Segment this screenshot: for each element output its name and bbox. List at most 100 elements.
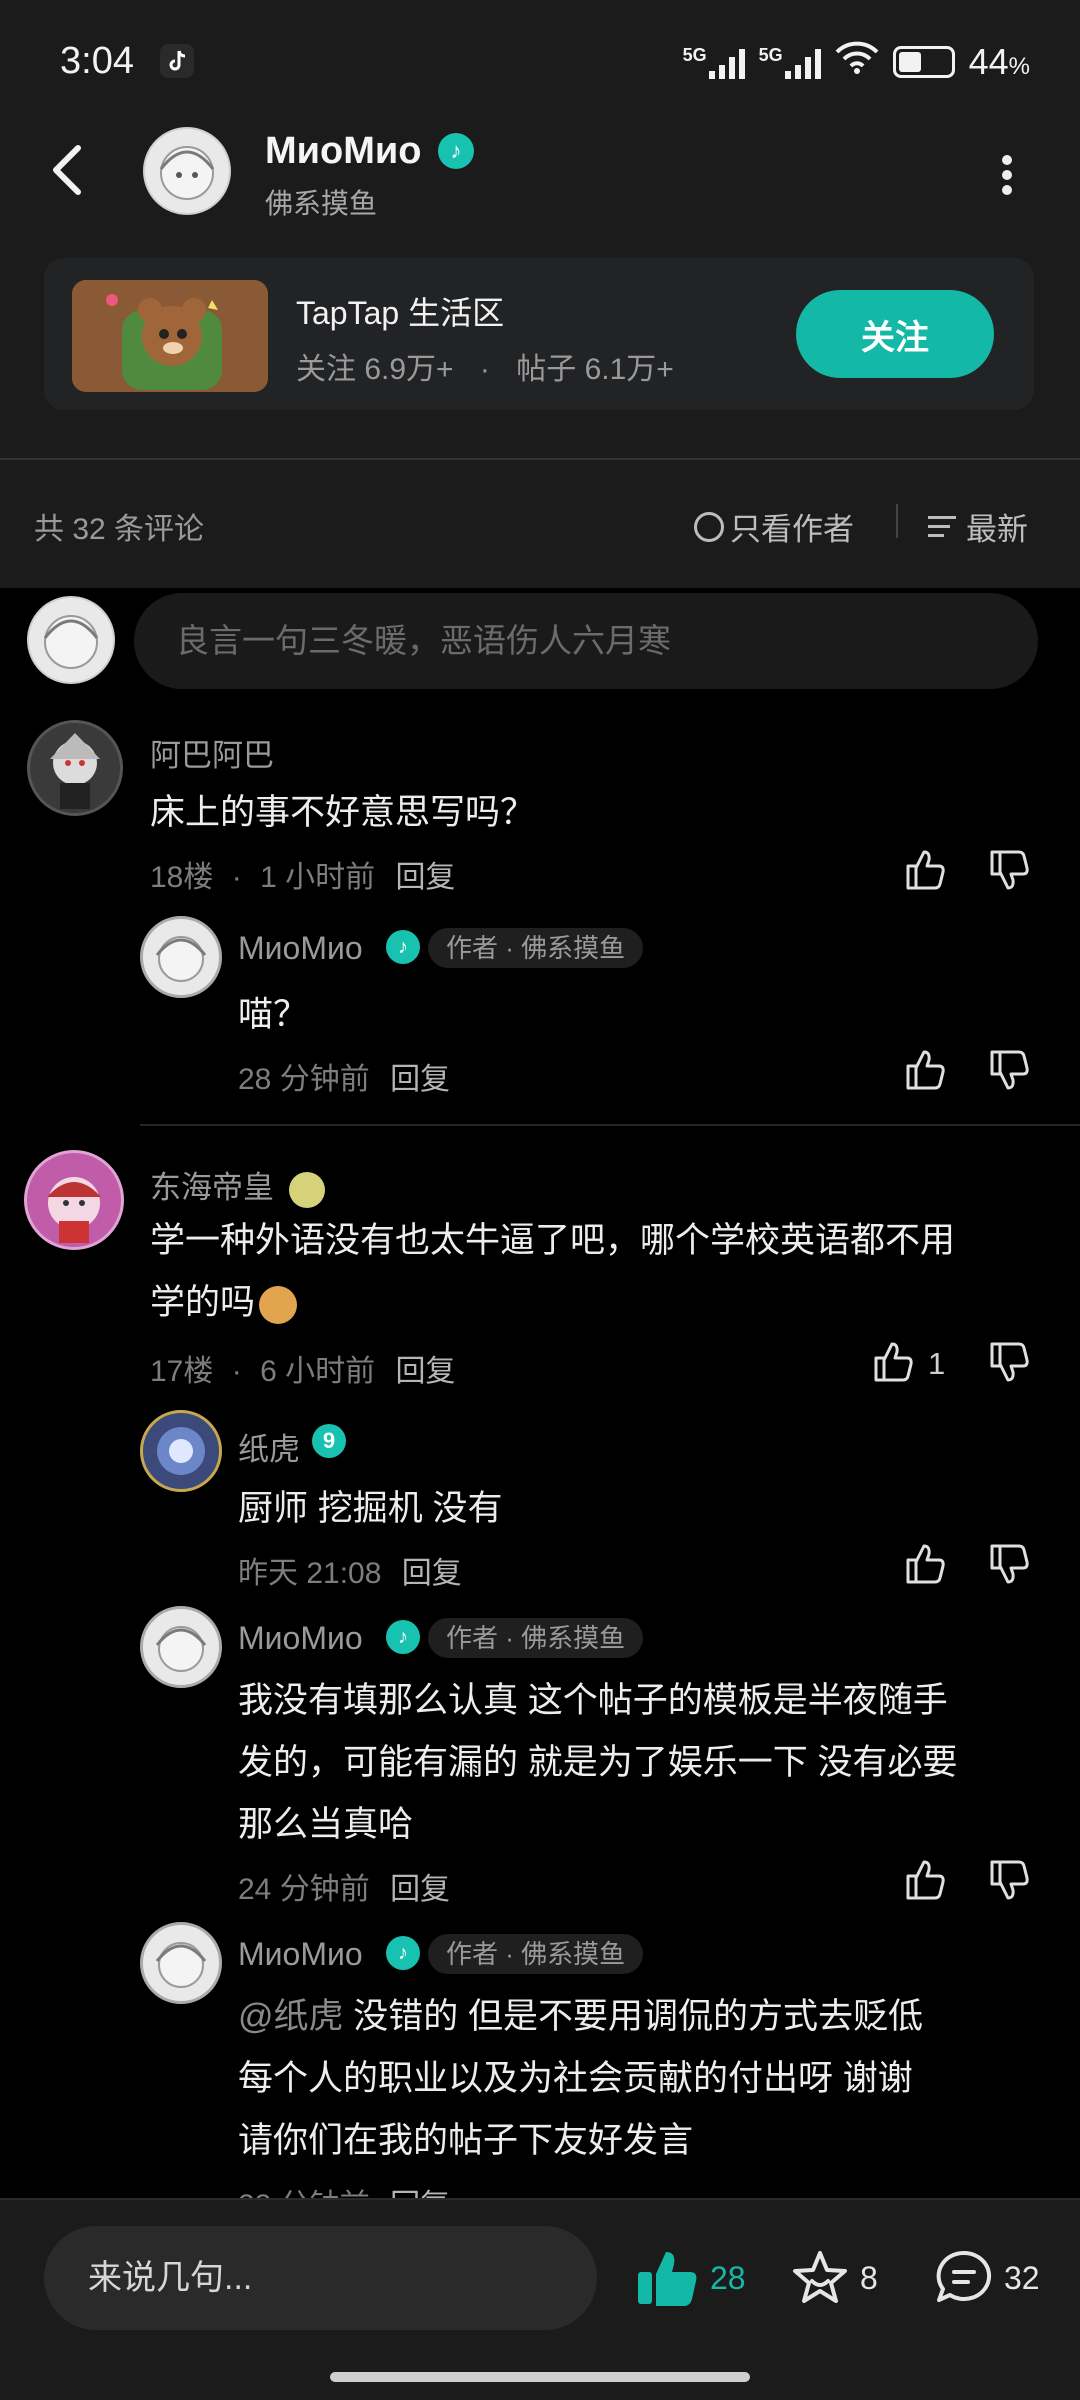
verified-music-icon: ♪ (386, 1936, 420, 1970)
bottom-action-bar: 28 8 32 (0, 2198, 1080, 2400)
thumbs-up-icon[interactable] (872, 1340, 916, 1384)
comment-count: 共 32 条评论 (34, 513, 205, 546)
back-button[interactable] (48, 140, 98, 200)
battery-level: 44% (968, 40, 1030, 82)
reply-text: @纸虎 没错的 但是不要用调侃的方式去贬低 每个人的职业以及为社会贡献的付出呀 … (238, 1986, 1058, 2172)
author-name[interactable]: МиоМио (265, 130, 421, 173)
thread-divider (140, 1124, 1080, 1126)
like-post-button[interactable]: 28 (636, 2248, 746, 2308)
thumbs-up-filled-icon (638, 2252, 697, 2306)
only-author-toggle[interactable]: 只看作者 (694, 504, 854, 549)
reply-time: 24 分钟前 (238, 1873, 370, 1906)
comment-text: 床上的事不好意思写吗？ (150, 793, 536, 832)
reply-text: 我没有填那么认真 这个帖子的模板是半夜随手 发的，可能有漏的 就是为了娱乐一下 … (238, 1670, 1058, 1856)
reply-button[interactable]: 回复 (390, 1873, 450, 1906)
reply-username[interactable]: 纸虎 (238, 1424, 300, 1469)
meta-dot: · (231, 1355, 242, 1388)
sort-divider (896, 504, 898, 538)
comment-meta: 17楼 · 6 小时前 回复 (150, 1346, 455, 1390)
author-chip: 作者 · 佛系摸鱼 (428, 1934, 644, 1974)
like-count: 1 (928, 1346, 946, 1381)
thumbs-down-icon[interactable] (988, 1340, 1032, 1384)
tiktok-icon (160, 44, 194, 78)
comment-input[interactable] (134, 593, 1038, 689)
avatar[interactable] (140, 1410, 222, 1492)
favorite-button[interactable]: 8 (790, 2248, 878, 2308)
verified-music-icon: ♪ (386, 1620, 420, 1654)
reply-text-line-2: 每个人的职业以及为社会贡献的付出呀 谢谢 (238, 2059, 913, 2098)
star-icon (793, 2251, 847, 2303)
reply-text: 喵？ (238, 995, 309, 1034)
status-bar: 3:04 5G 5G 44% (0, 0, 1080, 128)
thumbs-down-icon[interactable] (988, 1858, 1032, 1902)
floor-number: 18楼 (150, 861, 214, 894)
avatar[interactable] (140, 1606, 222, 1688)
avatar[interactable] (140, 1922, 222, 2004)
forum-posts: 帖子 6.1万+ (516, 353, 674, 386)
thumbs-up-icon[interactable] (904, 1048, 948, 1092)
level-badge: 9 (312, 1424, 346, 1458)
thumbs-up-icon[interactable] (904, 848, 948, 892)
sort-icon (928, 512, 958, 542)
radio-icon (694, 511, 724, 542)
more-options-icon[interactable] (1000, 155, 1014, 195)
reply-button[interactable]: 回复 (402, 1557, 462, 1590)
wifi-icon (835, 40, 879, 83)
signal-2-icon: 5G (759, 45, 821, 79)
reply-button[interactable]: 回复 (390, 1063, 450, 1096)
author-avatar[interactable] (143, 127, 231, 215)
avatar[interactable] (140, 916, 222, 998)
thumbs-up-icon[interactable] (904, 1858, 948, 1902)
emoji-icon (259, 1285, 298, 1324)
follow-button[interactable]: 关注 (796, 290, 994, 378)
sort-newest-button[interactable]: 最新 (928, 504, 1028, 549)
thumbs-down-icon[interactable] (988, 848, 1032, 892)
reply-button[interactable]: 回复 (395, 1355, 455, 1388)
reply-meta: 昨天 21:08 回复 (238, 1548, 462, 1592)
comment-username[interactable]: 东海帝皇 (150, 1162, 325, 1208)
home-indicator[interactable] (330, 2372, 750, 2382)
reply-text-line-3: 那么当真哈 (238, 1805, 414, 1844)
mention-link[interactable]: @纸虎 (238, 1997, 344, 2036)
floor-number: 17楼 (150, 1355, 214, 1388)
author-chip: 作者 · 佛系摸鱼 (428, 928, 644, 968)
forum-stats: 关注 6.9万+ · 帖子 6.1万+ (296, 344, 674, 388)
thumbs-down-icon[interactable] (988, 1048, 1032, 1092)
comment-sort-bar: 共 32 条评论 只看作者 最新 (0, 460, 1080, 588)
comment-text-line-1: 学一种外语没有也太牛逼了吧，哪个学校英语都不用 (150, 1221, 956, 1260)
sort-newest-label: 最新 (966, 512, 1028, 547)
comment-time: 1 小时前 (260, 861, 376, 894)
verified-music-icon: ♪ (438, 133, 474, 169)
verified-music-icon: ♪ (386, 930, 420, 964)
reply-username[interactable]: МиоМио (238, 1620, 363, 1657)
reply-button[interactable]: 回复 (395, 861, 455, 894)
forum-thumbnail (72, 280, 268, 392)
thumbs-down-icon[interactable] (988, 1542, 1032, 1586)
quick-comment-input[interactable] (44, 2226, 597, 2330)
avatar[interactable] (24, 1150, 124, 1250)
comments-button[interactable]: 32 (934, 2248, 1040, 2308)
forum-name: TapTap 生活区 (296, 295, 505, 331)
comment-meta: 18楼 · 1 小时前 回复 (150, 852, 455, 896)
forum-followers: 关注 6.9万+ (296, 353, 454, 386)
network-2-label: 5G (758, 44, 783, 65)
comment-bubble-icon (936, 2250, 992, 2302)
reply-text: 厨师 挖掘机 没有 (238, 1489, 503, 1528)
forum-card[interactable]: TapTap 生活区 关注 6.9万+ · 帖子 6.1万+ 关注 (44, 258, 1034, 410)
reply-text-line-1: @纸虎 没错的 但是不要用调侃的方式去贬低 (238, 1997, 923, 2036)
comment-total: 32 (1004, 2259, 1040, 2296)
stats-separator: · (479, 353, 490, 386)
reply-meta: 24 分钟前 回复 (238, 1864, 450, 1908)
like-post-count: 28 (710, 2259, 746, 2296)
comment-username[interactable]: 阿巴阿巴 (150, 730, 274, 775)
reply-text-line-2: 发的，可能有漏的 就是为了娱乐一下 没有必要 (238, 1743, 958, 1782)
reply-meta: 28 分钟前 回复 (238, 1054, 450, 1098)
reply-username[interactable]: МиоМио (238, 1936, 363, 1973)
my-avatar (27, 596, 115, 684)
avatar[interactable] (27, 720, 123, 816)
reply-time: 昨天 21:08 (238, 1557, 382, 1590)
reply-username[interactable]: МиоМио (238, 930, 363, 967)
comment-username-text: 东海帝皇 (150, 1170, 274, 1205)
reply-text-line-3: 请你们在我的帖子下友好发言 (238, 2121, 694, 2160)
thumbs-up-icon[interactable] (904, 1542, 948, 1586)
